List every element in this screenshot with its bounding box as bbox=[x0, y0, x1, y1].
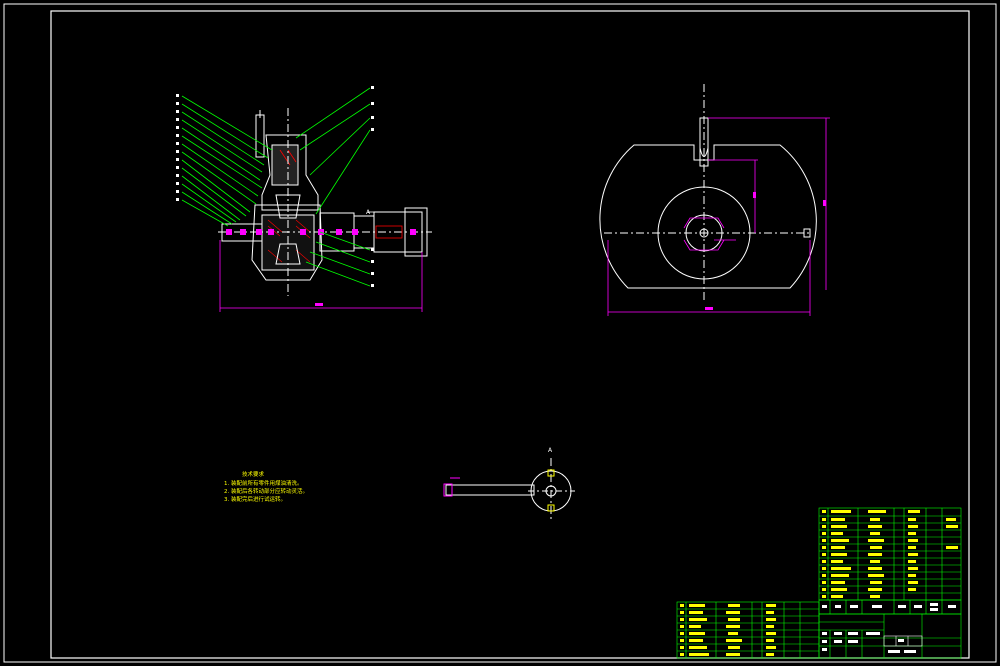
notes-title: 技术要求 bbox=[242, 470, 265, 478]
section-a-label: A bbox=[548, 447, 553, 454]
cad-drawing-canvas: A A 技术要求 1. 装配前所有零件用煤油清洗。 2. 装配后各转动部分应转动… bbox=[3, 3, 997, 663]
section-label: A bbox=[366, 209, 371, 216]
side-view-highlights bbox=[607, 117, 830, 316]
notes-line-3: 3. 装配完后进行试运转。 bbox=[224, 495, 286, 503]
side-view bbox=[599, 84, 817, 300]
notes-line-1: 1. 装配前所有零件用煤油清洗。 bbox=[224, 479, 303, 487]
section-a-detail: A bbox=[443, 447, 575, 520]
title-block-lower-text bbox=[822, 632, 916, 653]
parts-list-lower bbox=[676, 601, 820, 659]
sectional-assembly-view bbox=[218, 108, 432, 296]
drawing-frame bbox=[3, 3, 997, 663]
title-block-header-text bbox=[822, 603, 956, 611]
notes-line-2: 2. 装配后各转动部分应转动灵活。 bbox=[224, 487, 308, 495]
technical-notes: 技术要求 1. 装配前所有零件用煤油清洗。 2. 装配后各转动部分应转动灵活。 … bbox=[224, 470, 308, 503]
